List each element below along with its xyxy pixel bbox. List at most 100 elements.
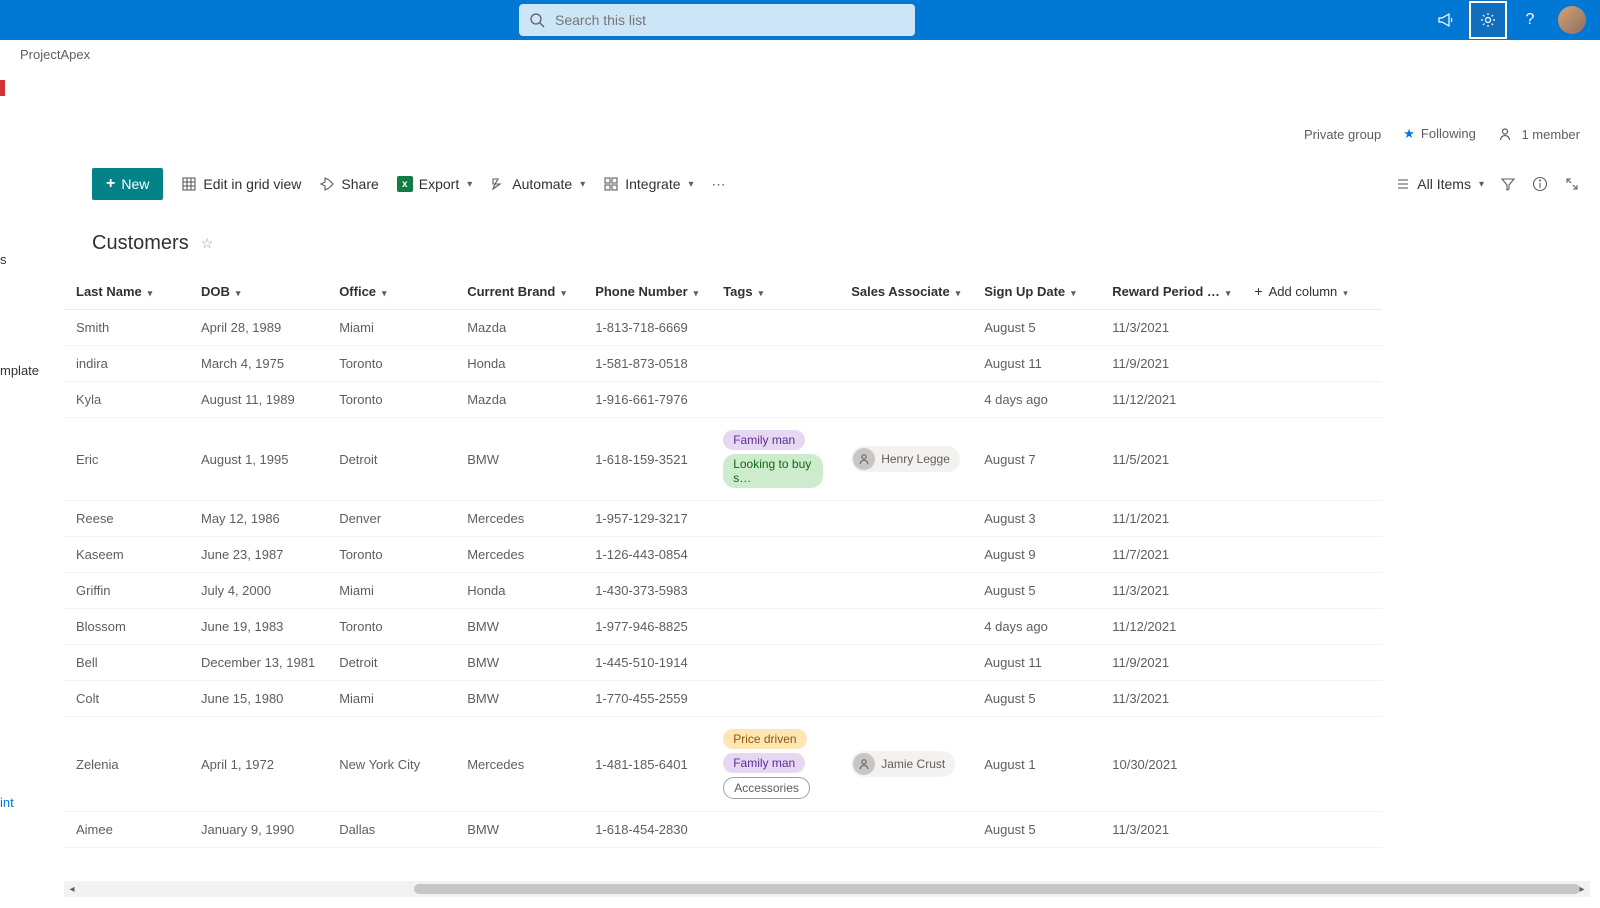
members-link[interactable]: 1 member [1498,127,1580,142]
cell: 1-916-661-7976 [583,382,711,418]
settings-button[interactable] [1468,0,1508,40]
tag-price[interactable]: Price driven [723,729,806,749]
leftnav-fragment[interactable]: mplate [0,363,39,378]
leftnav-fragment[interactable]: int [0,795,14,810]
table-row[interactable]: ReeseMay 12, 1986DenverMercedes1-957-129… [64,501,1382,537]
tag-access[interactable]: Accessories [723,777,810,799]
tags-cell [711,310,839,346]
person-icon [1498,127,1512,141]
tags-cell [711,382,839,418]
info-button[interactable] [1532,176,1548,192]
tags-cell [711,609,839,645]
table-row[interactable]: ZeleniaApril 1, 1972New York CityMercede… [64,717,1382,812]
cell: 11/3/2021 [1100,681,1242,717]
table-row[interactable]: BlossomJune 19, 1983TorontoBMW1-977-946-… [64,609,1382,645]
cell: August 11 [972,645,1100,681]
plus-icon: + [1254,283,1262,299]
list-header: Customers ☆ [0,208,1600,273]
leftnav-fragment[interactable]: s [0,252,7,267]
share-button[interactable]: Share [319,176,378,192]
cell [1242,717,1382,812]
table-row[interactable]: KaseemJune 23, 1987TorontoMercedes1-126-… [64,537,1382,573]
col-signup[interactable]: Sign Up Date▾ [972,273,1100,310]
add-column-button[interactable]: +Add column▾ [1242,273,1382,310]
new-button[interactable]: +New [92,168,163,200]
filter-button[interactable] [1500,176,1516,192]
list-table-wrap[interactable]: Last Name▾ DOB▾ Office▾ Current Brand▾ P… [64,273,1600,908]
col-reward[interactable]: Reward Period …▾ [1100,273,1242,310]
horizontal-scrollbar[interactable]: ◂ ▸ [64,881,1590,897]
list-table: Last Name▾ DOB▾ Office▾ Current Brand▾ P… [64,273,1382,848]
cell: 4 days ago [972,609,1100,645]
cell: BMW [455,812,583,848]
cell: Toronto [327,382,455,418]
person-pill[interactable]: Henry Legge [851,446,960,472]
col-tags[interactable]: Tags▾ [711,273,839,310]
cell: Detroit [327,418,455,501]
automate-button[interactable]: Automate▾ [490,176,585,192]
table-row[interactable]: EricAugust 1, 1995DetroitBMW1-618-159-35… [64,418,1382,501]
scroll-right-arrow[interactable]: ▸ [1574,881,1590,897]
cell [1242,382,1382,418]
cell: July 4, 2000 [189,573,327,609]
more-button[interactable]: ⋯ [712,176,726,193]
cell: August 11, 1989 [189,382,327,418]
table-row[interactable]: GriffinJuly 4, 2000MiamiHonda1-430-373-5… [64,573,1382,609]
col-phone[interactable]: Phone Number▾ [583,273,711,310]
col-assoc[interactable]: Sales Associate▾ [839,273,972,310]
col-last-name[interactable]: Last Name▾ [64,273,189,310]
help-button[interactable]: ? [1510,0,1550,40]
tags-cell: Family man Looking to buy s… [711,418,839,501]
assoc-cell: Jamie Crust [839,717,972,812]
list-icon [1395,176,1411,192]
cell: Smith [64,310,189,346]
cell: June 23, 1987 [189,537,327,573]
edit-grid-button[interactable]: Edit in grid view [181,176,301,192]
cell: Aimee [64,812,189,848]
search-input[interactable] [555,12,905,28]
account-button[interactable] [1552,0,1592,40]
col-office[interactable]: Office▾ [327,273,455,310]
view-selector[interactable]: All Items▾ [1395,176,1484,192]
integrate-button[interactable]: Integrate▾ [603,176,693,192]
chevron-down-icon: ▾ [467,179,472,190]
table-row[interactable]: SmithApril 28, 1989MiamiMazda1-813-718-6… [64,310,1382,346]
tag-family[interactable]: Family man [723,430,805,450]
person-pill[interactable]: Jamie Crust [851,751,955,777]
avatar [1558,6,1586,34]
scroll-left-arrow[interactable]: ◂ [64,881,80,897]
expand-button[interactable] [1564,176,1580,192]
cell: August 5 [972,681,1100,717]
scroll-thumb[interactable] [414,884,1580,894]
tag-family[interactable]: Family man [723,753,805,773]
expand-icon [1564,176,1580,192]
tag-buy[interactable]: Looking to buy s… [723,454,823,488]
megaphone-button[interactable] [1426,0,1466,40]
cell [1242,501,1382,537]
cell [1242,310,1382,346]
table-row[interactable]: indiraMarch 4, 1975TorontoHonda1-581-873… [64,346,1382,382]
site-name[interactable]: ProjectApex [20,47,90,62]
privacy-label: Private group [1304,127,1381,142]
cell: August 3 [972,501,1100,537]
gear-icon [1479,11,1497,29]
table-row[interactable]: ColtJune 15, 1980MiamiBMW1-770-455-2559A… [64,681,1382,717]
cell: April 1, 1972 [189,717,327,812]
follow-toggle[interactable]: ★Following [1403,126,1476,142]
cell: August 5 [972,310,1100,346]
col-dob[interactable]: DOB▾ [189,273,327,310]
search-box[interactable] [519,4,915,36]
cell: December 13, 1981 [189,645,327,681]
person-icon [853,448,875,470]
col-brand[interactable]: Current Brand▾ [455,273,583,310]
favorite-toggle[interactable]: ☆ [201,235,214,252]
table-row[interactable]: BellDecember 13, 1981DetroitBMW1-445-510… [64,645,1382,681]
cell: 1-581-873-0518 [583,346,711,382]
cell: August 1, 1995 [189,418,327,501]
table-row[interactable]: KylaAugust 11, 1989TorontoMazda1-916-661… [64,382,1382,418]
export-button[interactable]: x Export▾ [397,176,473,192]
assoc-cell [839,573,972,609]
cell: Miami [327,681,455,717]
table-row[interactable]: AimeeJanuary 9, 1990DallasBMW1-618-454-2… [64,812,1382,848]
tags-cell [711,501,839,537]
